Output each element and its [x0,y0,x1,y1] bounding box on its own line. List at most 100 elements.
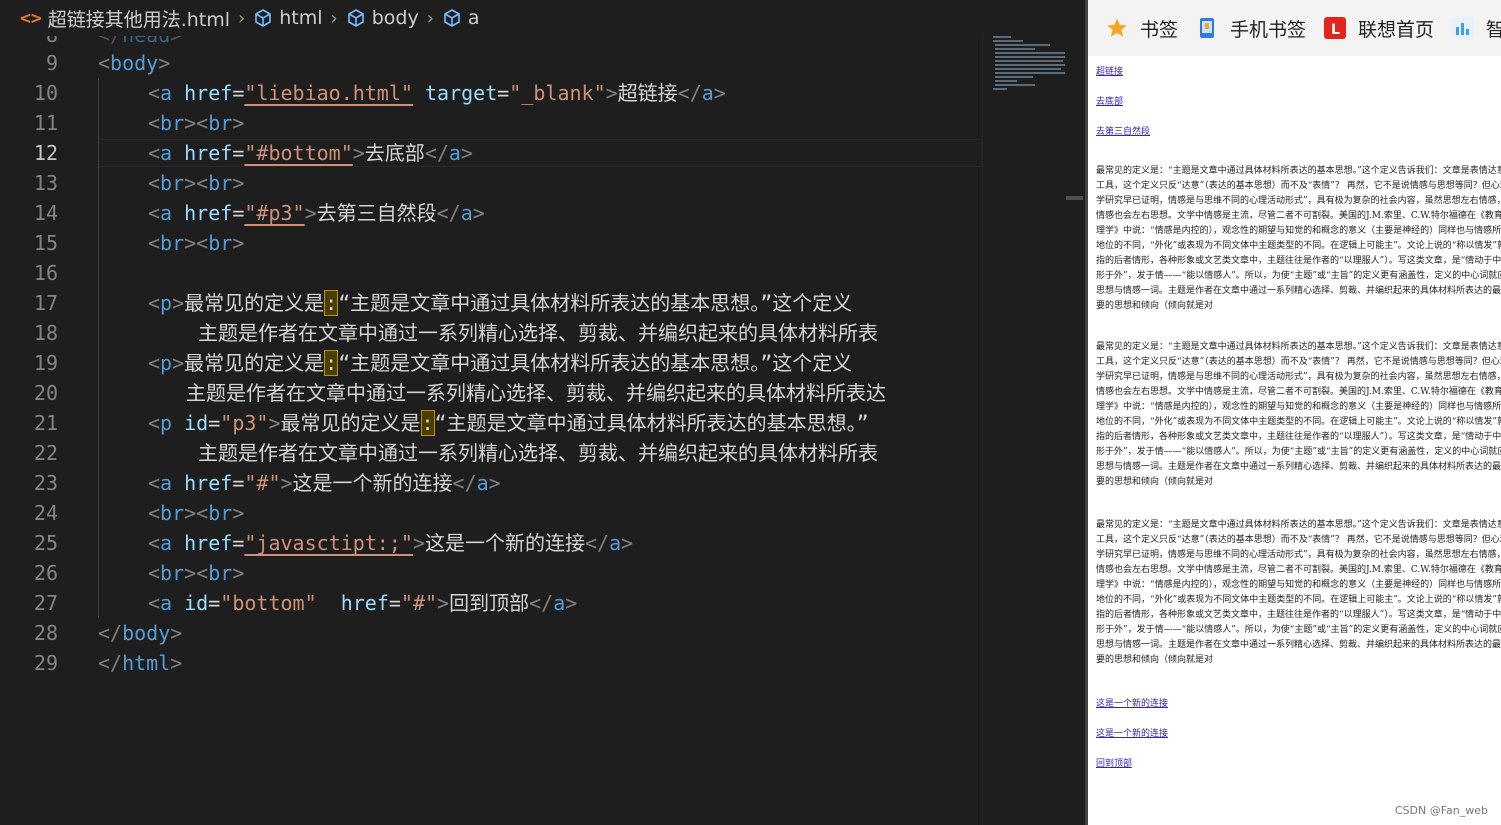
code-line: <a id="bottom" href="#">回到顶部</a> [148,591,578,615]
code-line: <a href="liebiao.html" target="_blank">超… [148,81,726,105]
paragraph-2: 最常见的定义是：“主题是文章中通过具体材料所表达的基本思想。”这个定义告诉我们：… [1096,342,1501,487]
star-icon [1106,17,1128,39]
indent-guide [98,78,99,618]
html-file-icon: <> [20,7,42,29]
cube-icon [255,9,272,27]
breadcrumb-html[interactable]: html [253,7,323,29]
line-number: 20 [33,381,58,405]
bookmark-lenovo-home[interactable]: L 联想首页 [1324,15,1434,42]
line-number: 21 [33,411,58,435]
link-to-bottom[interactable]: 去底部 [1096,94,1123,107]
code-line: </html> [98,651,183,675]
minimap-line [995,48,1035,50]
minimap-line [993,88,1007,90]
line-number: 16 [33,261,58,285]
breadcrumb: <> 超链接其他用法.html › html › body › a [0,0,1085,36]
watermark: CSDN @Fan_web [1394,804,1488,817]
vertical-scrollbar-thumb[interactable] [1066,196,1083,200]
code-line: <body> [98,51,171,75]
code-line: <br><br> [148,231,245,255]
code-line: <br><br> [148,111,245,135]
line-number: 18 [33,321,58,345]
code-line: 主题是作者在文章中通过一系列精心选择、剪裁、并编织起来的具体材料所表 [198,321,878,345]
bookmark-mobile[interactable]: 手机书签 [1196,15,1306,42]
minimap-line [995,72,1065,74]
bookmark-label: 联想首页 [1358,18,1435,41]
link-new-2[interactable]: 这是一个新的连接 [1096,726,1168,739]
line-number: 26 [33,561,58,585]
line-number: 17 [33,291,58,315]
cube-icon [347,9,364,27]
line-number-active: 12 [33,141,58,165]
chevron-right-icon: › [238,7,246,29]
link-back-to-top[interactable]: 回到顶部 [1096,756,1132,769]
minimap-line [995,80,1017,82]
line-number-gutter[interactable]: 8 9 10 11 12 13 14 15 16 17 18 19 20 21 … [0,0,72,825]
breadcrumb-file[interactable]: 超链接其他用法.html [48,5,230,32]
line-number: 9 [45,51,58,75]
link-to-paragraph-3[interactable]: 去第三自然段 [1096,124,1150,137]
code-line: 主题是作者在文章中通过一系列精心选择、剪裁、并编织起来的具体材料所表 [198,441,878,465]
bookmark-label: 智 [1486,15,1501,42]
lenovo-icon: L [1324,17,1347,39]
code-line: <a href="#">这是一个新的连接</a> [148,471,501,495]
minimap[interactable] [982,36,1071,825]
minimap-line [995,60,1063,62]
link-hyperlink[interactable]: 超链接 [1096,64,1123,77]
line-number: 22 [33,441,58,465]
code-line: </body> [98,621,183,645]
svg-text:L: L [1331,22,1340,38]
code-line: <br><br> [148,171,245,195]
code-line: <p>最常见的定义是:“主题是文章中通过具体材料所表达的基本思想。”这个定义 [148,350,853,376]
code-line: <a href="#p3">去第三自然段</a> [148,201,485,225]
bookmarks-bar: 书签 手机书签 L 联想首页 智 [1088,0,1501,57]
line-number: 13 [33,171,58,195]
minimap-line [995,56,1065,58]
minimap-line [995,64,1065,66]
bookmark-label: 书签 [1140,18,1179,41]
cube-icon [444,9,460,27]
code-editor[interactable]: <> 超链接其他用法.html › html › body › a 8 9 10… [0,0,1085,825]
line-number: 28 [33,621,58,645]
app-icon [1452,17,1475,39]
minimap-line [995,68,1061,70]
code-area[interactable]: </head> <body> <a href="liebiao.html" ta… [98,0,982,825]
line-number: 14 [33,201,58,225]
code-line: 主题是作者在文章中通过一系列精心选择、剪裁、并编织起来的具体材料所表达 [186,381,886,405]
line-number: 10 [33,81,58,105]
line-number: 23 [33,471,58,495]
breadcrumb-label: html [279,7,323,29]
minimap-line [995,84,1035,86]
bookmark-app[interactable]: 智 [1452,15,1501,42]
minimap-line [995,76,1033,78]
code-line-current: <a href="#bottom">去底部</a> [148,141,473,165]
breadcrumb-a[interactable]: a [442,7,480,29]
minimap-line [995,44,1050,46]
line-number: 25 [33,531,58,555]
line-number: 11 [33,111,58,135]
minimap-line [995,52,1065,54]
minimap-line [993,40,1023,42]
line-number: 29 [33,651,58,675]
code-line: <a href="javasctipt:;">这是一个新的连接</a> [148,531,634,555]
bookmark-label: 手机书签 [1230,18,1307,41]
code-line: <br><br> [148,561,245,585]
line-number: 27 [33,591,58,615]
chevron-right-icon: › [426,7,434,29]
paragraph-3: 最常见的定义是：“主题是文章中通过具体材料所表达的基本思想。”这个定义告诉我们：… [1096,520,1501,665]
paragraph-1: 最常见的定义是：“主题是文章中通过具体材料所表达的基本思想。”这个定义告诉我们：… [1096,166,1501,311]
breadcrumb-label: body [371,7,419,29]
minimap-line [993,36,1011,38]
code-line: <br><br> [148,501,245,525]
line-number: 15 [33,231,58,255]
line-number: 19 [33,351,58,375]
breadcrumb-label: a [467,7,480,29]
code-line: <p id="p3">最常见的定义是:“主题是文章中通过具体材料所表达的基本思想… [148,410,869,436]
link-new-1[interactable]: 这是一个新的连接 [1096,696,1168,709]
browser-window: 书签 手机书签 L 联想首页 智 超链接 去底部 去第三自然段 最常见的定义是：… [1085,0,1501,825]
breadcrumb-body[interactable]: body [346,7,419,29]
line-number: 24 [33,501,58,525]
phone-icon [1196,17,1218,39]
bookmark-bookmarks[interactable]: 书签 [1106,15,1178,42]
rendered-page: 超链接 去底部 去第三自然段 最常见的定义是：“主题是文章中通过具体材料所表达的… [1088,56,1501,825]
